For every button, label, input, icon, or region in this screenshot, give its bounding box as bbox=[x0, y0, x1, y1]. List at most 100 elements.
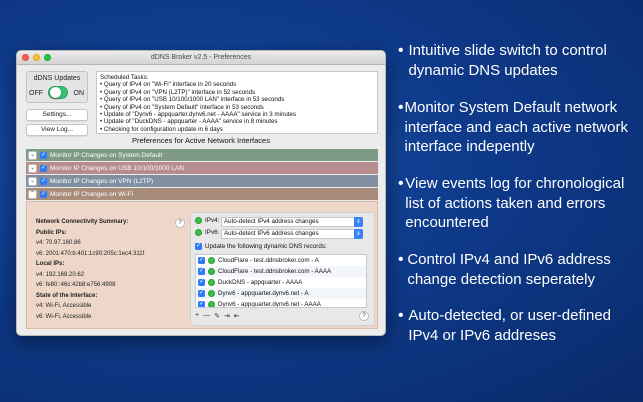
status-green-icon bbox=[208, 279, 215, 286]
view-log-button[interactable]: View Log... bbox=[26, 124, 88, 136]
settings-button[interactable]: Settings... bbox=[26, 109, 88, 121]
task-item: • Query of IPv4 on "System Default" inte… bbox=[100, 103, 264, 111]
edit-icon[interactable]: ✎ bbox=[214, 312, 220, 320]
feature-text: Monitor System Default network interface… bbox=[404, 99, 628, 155]
checkbox-usb-lan[interactable]: ✓ bbox=[40, 164, 47, 172]
zoom-icon[interactable] bbox=[44, 54, 51, 61]
traffic-lights bbox=[22, 54, 51, 61]
state-ipv4: v4: Wi-Fi, Accessible bbox=[36, 303, 92, 309]
close-icon[interactable] bbox=[22, 54, 29, 61]
state-ipv6: v6: Wi-Fi, Accessible bbox=[36, 313, 92, 320]
interface-row-system-default[interactable]: ⌄ ✓ Monitor IP Changes on System Default bbox=[26, 149, 378, 161]
ddns-updates-switch[interactable] bbox=[48, 86, 68, 99]
checkbox-system-default[interactable]: ✓ bbox=[40, 151, 47, 159]
switch-on-label: ON bbox=[73, 90, 85, 97]
ipv4-select[interactable]: Auto-detect IPv4 address changes ⇕ bbox=[221, 217, 363, 227]
feature-text: Intuitive slide switch to control dynami… bbox=[408, 42, 607, 79]
feature-item: • Intuitive slide switch to control dyna… bbox=[398, 41, 638, 80]
record-checkbox[interactable]: ✓ bbox=[198, 301, 205, 307]
wifi-panel: Network Connectivity Summary: Public IPs… bbox=[26, 201, 378, 329]
bullet-icon: • bbox=[398, 251, 404, 268]
record-checkbox[interactable]: ✓ bbox=[198, 290, 205, 297]
minimize-icon[interactable] bbox=[33, 54, 40, 61]
chevron-down-icon[interactable]: ⌄ bbox=[28, 176, 37, 186]
task-item: • Checking for configuration update in 6… bbox=[100, 125, 223, 133]
titlebar: dDNS Broker v2.5 - Preferences bbox=[17, 51, 385, 65]
checkbox-vpn[interactable]: ✓ bbox=[40, 177, 47, 185]
task-item: • Query of IPv4 on "USB 10/100/1000 LAN"… bbox=[100, 96, 285, 104]
help-icon[interactable]: ? bbox=[359, 311, 369, 321]
local-ipv4: v4: 192.168.20.62 bbox=[36, 271, 85, 278]
chevron-down-icon[interactable]: ⌄ bbox=[28, 150, 37, 160]
feature-item: • Control IPv4 and IPv6 address change d… bbox=[398, 250, 638, 289]
ddns-updates-label: dDNS Updates bbox=[33, 75, 81, 82]
ipv6-select[interactable]: Auto-detect IPv6 address changes ⇕ bbox=[221, 229, 363, 239]
interface-row-vpn[interactable]: ⌄ ✓ Monitor IP Changes on VPN (L2TP) bbox=[26, 175, 378, 187]
update-records-checkbox[interactable]: ✓ bbox=[195, 243, 202, 250]
ipv4-row: IPv4: bbox=[195, 217, 219, 224]
export-icon[interactable]: ⇤ bbox=[234, 312, 240, 320]
interface-label: Monitor IP Changes on System Default bbox=[50, 151, 163, 159]
switch-knob[interactable] bbox=[50, 87, 61, 98]
record-checkbox[interactable]: ✓ bbox=[198, 268, 205, 275]
help-icon[interactable]: ? bbox=[175, 218, 185, 228]
interface-label: Monitor IP Changes on VPN (L2TP) bbox=[50, 177, 154, 185]
ipv4-select-value: Auto-detect IPv4 address changes bbox=[224, 218, 319, 225]
feature-text: Auto-detected, or user-defined IPv4 or I… bbox=[408, 307, 611, 344]
list-item[interactable]: ✓ CloudFlare - test.ddnsbroker.com - AAA… bbox=[196, 266, 366, 277]
local-ips-title: Local IPs: bbox=[36, 261, 65, 267]
update-records-label: Update the following dynamic DNS records… bbox=[205, 243, 327, 250]
record-label: CloudFlare - test.ddnsbroker.com - A bbox=[218, 257, 319, 264]
record-checkbox[interactable]: ✓ bbox=[198, 257, 205, 264]
task-item: • Query of IPv4 on "VPN (L2TP)" interfac… bbox=[100, 88, 256, 96]
add-icon[interactable]: + bbox=[195, 312, 199, 320]
status-green-icon bbox=[195, 229, 202, 236]
ipv6-label: IPv6: bbox=[205, 229, 220, 236]
status-green-icon bbox=[195, 217, 202, 224]
status-green-icon bbox=[208, 290, 215, 297]
tasks-header: Scheduled Tasks: bbox=[100, 74, 149, 81]
interface-row-wifi[interactable]: ⌃ ✓ Monitor IP Changes on Wi-Fi bbox=[26, 188, 378, 200]
feature-item: • View events log for chronological list… bbox=[398, 174, 638, 233]
list-item[interactable]: ✓ CloudFlare - test.ddnsbroker.com - A bbox=[196, 255, 366, 266]
connectivity-summary: Network Connectivity Summary: Public IPs… bbox=[36, 217, 144, 322]
feature-item: • Auto-detected, or user-defined IPv4 or… bbox=[398, 306, 638, 345]
ipv6-row: IPv6: bbox=[195, 229, 219, 236]
scheduled-tasks-list[interactable]: Scheduled Tasks: • Query of IPv4 on "Wi-… bbox=[96, 71, 378, 134]
select-arrows-icon[interactable]: ⇕ bbox=[354, 217, 363, 227]
task-item: • Query of IPv4 on "Wi-Fi" interface in … bbox=[100, 81, 237, 89]
list-item[interactable]: ✓ Dynv6 - appquarter.dynv6.net - AAAA bbox=[196, 299, 366, 307]
public-ipv4: v4: 70.97.160.86 bbox=[36, 240, 81, 246]
record-label: DuckDNS - appquarter - AAAA bbox=[218, 279, 303, 286]
preferences-window: dDNS Broker v2.5 - Preferences dDNS Upda… bbox=[16, 50, 386, 336]
chevron-up-icon[interactable]: ⌃ bbox=[28, 189, 37, 199]
update-records-row[interactable]: ✓ Update the following dynamic DNS recor… bbox=[195, 243, 327, 250]
feature-item: • Monitor System Default network interfa… bbox=[398, 98, 638, 157]
record-checkbox[interactable]: ✓ bbox=[198, 279, 205, 286]
public-ipv6: v6: 2001:470:b:401:1c90:205c:1ec4:311f bbox=[36, 250, 145, 257]
public-ips-title: Public IPs: bbox=[36, 229, 67, 236]
list-item[interactable]: ✓ DuckDNS - appquarter - AAAA bbox=[196, 277, 366, 288]
ipv6-select-value: Auto-detect IPv6 address changes bbox=[224, 230, 319, 237]
select-arrows-icon[interactable]: ⇕ bbox=[354, 229, 363, 239]
state-title: State of the Interface: bbox=[36, 292, 98, 299]
task-item: • Update of "Dynv6 - appquarter.dynv6.ne… bbox=[100, 111, 297, 119]
switch-off-label: OFF bbox=[29, 90, 43, 97]
interface-row-usb-lan[interactable]: ⌄ ✓ Monitor IP Changes on USB 10/100/100… bbox=[26, 162, 378, 174]
records-toolbar: + — ✎ ⇥ ⇤ bbox=[195, 312, 240, 320]
list-item[interactable]: ✓ Dynv6 - appquarter.dynv6.net - A bbox=[196, 288, 366, 299]
ddns-updates-box: dDNS Updates OFF ON bbox=[26, 71, 88, 103]
bullet-icon: • bbox=[398, 307, 404, 324]
ip-settings-pane: IPv4: Auto-detect IPv4 address changes ⇕… bbox=[190, 212, 375, 326]
remove-icon[interactable]: — bbox=[203, 312, 210, 320]
status-green-icon bbox=[208, 268, 215, 275]
feature-text: View events log for chronological list o… bbox=[405, 175, 625, 231]
checkbox-wifi[interactable]: ✓ bbox=[40, 190, 47, 198]
chevron-down-icon[interactable]: ⌄ bbox=[28, 163, 37, 173]
dns-records-list[interactable]: ✓ CloudFlare - test.ddnsbroker.com - A ✓… bbox=[195, 254, 367, 308]
bullet-icon: • bbox=[398, 42, 404, 59]
import-icon[interactable]: ⇥ bbox=[224, 312, 230, 320]
summary-title: Network Connectivity Summary: bbox=[36, 219, 129, 225]
local-ipv6: v6: fe80::46c:42b8:e756:4908 bbox=[36, 282, 116, 288]
feature-text: Control IPv4 and IPv6 address change det… bbox=[407, 251, 611, 288]
